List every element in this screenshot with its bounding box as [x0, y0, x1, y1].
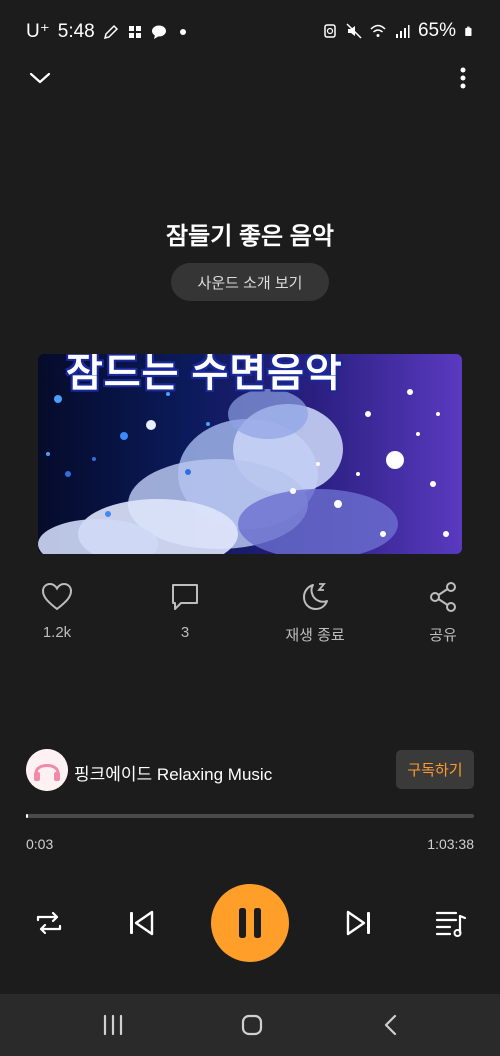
track-title: 잠들기 좋은 음악 [166, 223, 334, 250]
chevron-down-icon[interactable] [28, 66, 52, 90]
mute-icon [346, 23, 362, 39]
share-label: 공유 [429, 627, 457, 644]
status-bar: U⁺ 5:48 65% [0, 0, 500, 60]
sound-intro-button[interactable]: 사운드 소개 보기 [171, 263, 329, 301]
grid-icon [128, 25, 141, 38]
recents-icon[interactable] [100, 1012, 126, 1038]
back-icon[interactable] [378, 1012, 404, 1038]
battery-percent: 65% [417, 20, 456, 41]
next-track-icon[interactable] [342, 906, 376, 940]
chat-icon [151, 25, 166, 39]
channel-name[interactable]: 핑크에이드 Relaxing Music [74, 760, 272, 785]
signal-icon [395, 25, 410, 38]
headphones-logo-icon [26, 749, 68, 791]
status-left: U⁺ 5:48 [26, 20, 191, 43]
moon-zz-icon [303, 583, 328, 610]
pencil-icon [103, 24, 118, 39]
recycle-icon [324, 24, 336, 38]
progress-fill [26, 814, 28, 818]
more-options-icon[interactable] [452, 66, 474, 90]
repeat-icon[interactable] [32, 906, 66, 940]
pause-icon [239, 908, 261, 938]
artwork-overlay-text: 잠드는 수면음악 [66, 354, 343, 395]
total-time: 1:03:38 [427, 836, 474, 852]
progress-track[interactable] [26, 814, 474, 818]
previous-track-icon[interactable] [124, 906, 158, 940]
pause-button[interactable] [211, 884, 289, 962]
share-icon [430, 582, 456, 612]
current-time: 0:03 [26, 836, 54, 852]
like-count: 1.2k [42, 624, 72, 641]
carrier-label: U⁺ [26, 21, 50, 42]
subscribe-button[interactable]: 구독하기 [396, 750, 474, 789]
comment-count: 3 [180, 624, 190, 641]
channel-avatar[interactable] [26, 749, 68, 791]
system-nav-bar [0, 994, 500, 1056]
artwork-thumbnail[interactable]: 잠드는 수면음악 [38, 354, 462, 554]
wifi-icon [370, 24, 386, 37]
home-icon[interactable] [239, 1012, 265, 1038]
sleep-timer-button[interactable]: 재생 종료 [270, 580, 360, 645]
heart-icon [41, 582, 73, 611]
comments-button[interactable]: 3 [140, 580, 230, 641]
share-button[interactable]: 공유 [398, 580, 488, 645]
clock: 5:48 [57, 20, 95, 42]
battery-icon [465, 26, 472, 36]
dot-icon [179, 28, 186, 35]
playlist-icon[interactable] [434, 906, 468, 940]
status-right: 65% [322, 20, 474, 42]
like-button[interactable]: 1.2k [12, 580, 102, 641]
sleep-timer-label: 재생 종료 [285, 627, 345, 644]
comment-icon [172, 584, 198, 610]
